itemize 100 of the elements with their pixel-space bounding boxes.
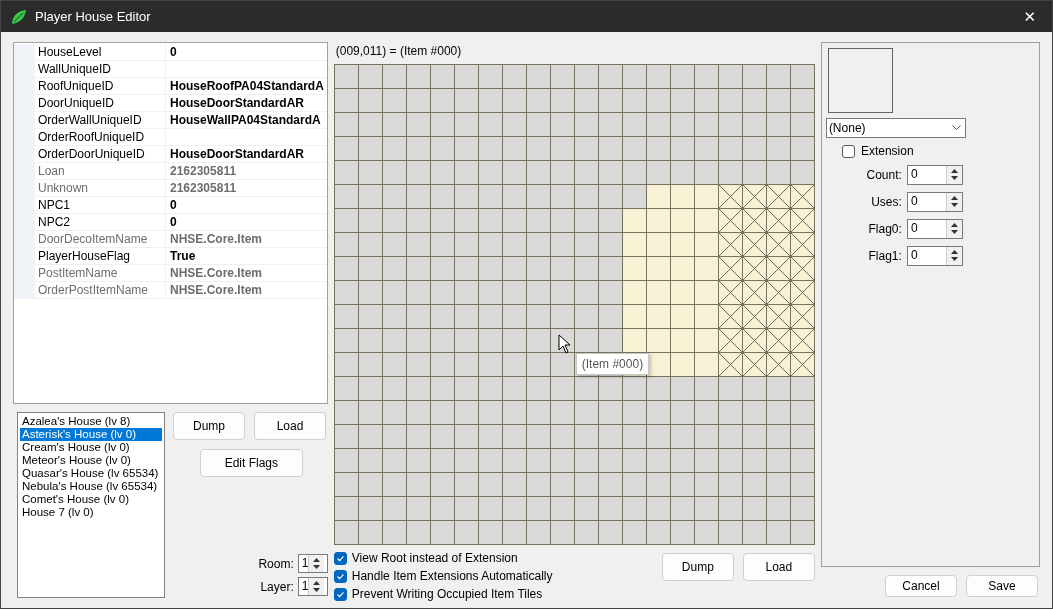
house-list-item[interactable]: Quasar's House (lv 65534): [20, 467, 162, 480]
checkbox[interactable]: [333, 551, 347, 565]
crossed-tile[interactable]: [718, 233, 743, 257]
spin-arrows-icon[interactable]: [945, 193, 962, 211]
occupied-tile[interactable]: [670, 353, 695, 377]
occupied-tile[interactable]: [694, 185, 719, 209]
occupied-tile[interactable]: [622, 281, 647, 305]
occupied-tile[interactable]: [670, 233, 695, 257]
crossed-tile[interactable]: [718, 305, 743, 329]
crossed-tile[interactable]: [790, 209, 815, 233]
property-name[interactable]: OrderDoorUniqueID: [35, 146, 166, 162]
occupied-tile[interactable]: [646, 233, 671, 257]
occupied-tile[interactable]: [694, 209, 719, 233]
occupied-tile[interactable]: [694, 281, 719, 305]
crossed-tile[interactable]: [766, 353, 791, 377]
number-spinner[interactable]: 1: [297, 577, 328, 596]
crossed-tile[interactable]: [718, 281, 743, 305]
occupied-tile[interactable]: [670, 281, 695, 305]
occupied-tile[interactable]: [646, 257, 671, 281]
crossed-tile[interactable]: [766, 209, 791, 233]
property-value[interactable]: 0: [166, 44, 327, 60]
occupied-tile[interactable]: [694, 305, 719, 329]
property-name[interactable]: OrderWallUniqueID: [35, 112, 166, 128]
occupied-tile[interactable]: [622, 257, 647, 281]
property-name[interactable]: DoorUniqueID: [35, 95, 166, 111]
crossed-tile[interactable]: [790, 185, 815, 209]
crossed-tile[interactable]: [790, 305, 815, 329]
house-list-item[interactable]: Nebula's House (lv 65534): [20, 480, 162, 493]
occupied-tile[interactable]: [694, 233, 719, 257]
occupied-tile[interactable]: [646, 185, 671, 209]
property-value[interactable]: HouseWallPA04StandardA: [166, 112, 327, 128]
property-value[interactable]: True: [166, 248, 327, 264]
occupied-tile[interactable]: [646, 209, 671, 233]
occupied-tile[interactable]: [622, 329, 647, 353]
occupied-tile[interactable]: [622, 209, 647, 233]
property-name[interactable]: HouseLevel: [35, 44, 166, 60]
item-dropdown[interactable]: (None): [825, 118, 966, 138]
crossed-tile[interactable]: [718, 353, 743, 377]
spin-arrows-icon[interactable]: [945, 220, 962, 238]
crossed-tile[interactable]: [790, 329, 815, 353]
house-list-item[interactable]: House 7 (lv 0): [20, 506, 162, 519]
number-spinner[interactable]: 0: [906, 246, 963, 266]
save-button[interactable]: Save: [966, 575, 1038, 597]
occupied-tile[interactable]: [670, 185, 695, 209]
spin-arrows-icon[interactable]: [945, 247, 962, 265]
house-list-item[interactable]: Meteor's House (lv 0): [20, 454, 162, 467]
property-value[interactable]: HouseRoofPA04StandardA: [166, 78, 327, 94]
occupied-tile[interactable]: [622, 233, 647, 257]
occupied-tile[interactable]: [694, 329, 719, 353]
occupied-tile[interactable]: [694, 257, 719, 281]
property-name[interactable]: NPC2: [35, 214, 166, 230]
property-value[interactable]: HouseDoorStandardAR: [166, 146, 327, 162]
number-spinner[interactable]: 0: [906, 219, 963, 239]
spin-arrows-icon[interactable]: [308, 555, 325, 572]
occupied-tile[interactable]: [670, 257, 695, 281]
occupied-tile[interactable]: [622, 305, 647, 329]
crossed-tile[interactable]: [742, 281, 767, 305]
crossed-tile[interactable]: [742, 185, 767, 209]
number-spinner[interactable]: 0: [906, 192, 963, 212]
crossed-tile[interactable]: [766, 281, 791, 305]
property-name[interactable]: OrderRoofUniqueID: [35, 129, 166, 145]
checkbox[interactable]: [841, 144, 855, 158]
occupied-tile[interactable]: [694, 353, 719, 377]
load-button[interactable]: Load: [254, 412, 326, 440]
crossed-tile[interactable]: [742, 305, 767, 329]
dump-button[interactable]: Dump: [173, 412, 245, 440]
crossed-tile[interactable]: [790, 353, 815, 377]
occupied-tile[interactable]: [646, 281, 671, 305]
crossed-tile[interactable]: [766, 329, 791, 353]
property-name[interactable]: PlayerHouseFlag: [35, 248, 166, 264]
occupied-tile[interactable]: [670, 329, 695, 353]
checkbox[interactable]: [333, 569, 347, 583]
crossed-tile[interactable]: [718, 257, 743, 281]
crossed-tile[interactable]: [790, 257, 815, 281]
load-button[interactable]: Load: [742, 553, 815, 581]
occupied-tile[interactable]: [670, 209, 695, 233]
edit-flags-button[interactable]: Edit Flags: [199, 449, 303, 477]
crossed-tile[interactable]: [742, 233, 767, 257]
house-list-item[interactable]: Cream's House (lv 0): [20, 441, 162, 454]
property-value[interactable]: 0: [166, 214, 327, 230]
occupied-tile[interactable]: [646, 305, 671, 329]
property-name[interactable]: NPC1: [35, 197, 166, 213]
crossed-tile[interactable]: [742, 353, 767, 377]
property-value[interactable]: 0: [166, 197, 327, 213]
property-value[interactable]: HouseDoorStandardAR: [166, 95, 327, 111]
crossed-tile[interactable]: [766, 305, 791, 329]
checkbox[interactable]: [333, 587, 347, 601]
crossed-tile[interactable]: [766, 233, 791, 257]
house-list-item[interactable]: Comet's House (lv 0): [20, 493, 162, 506]
property-name[interactable]: WallUniqueID: [35, 61, 166, 77]
cancel-button[interactable]: Cancel: [885, 575, 957, 597]
crossed-tile[interactable]: [742, 209, 767, 233]
spin-arrows-icon[interactable]: [945, 166, 962, 184]
occupied-tile[interactable]: [646, 329, 671, 353]
house-list-item[interactable]: Asterisk's House (lv 0): [20, 428, 162, 441]
crossed-tile[interactable]: [766, 257, 791, 281]
crossed-tile[interactable]: [742, 257, 767, 281]
close-button[interactable]: ✕: [1017, 7, 1042, 26]
crossed-tile[interactable]: [742, 329, 767, 353]
number-spinner[interactable]: 1: [297, 554, 328, 573]
